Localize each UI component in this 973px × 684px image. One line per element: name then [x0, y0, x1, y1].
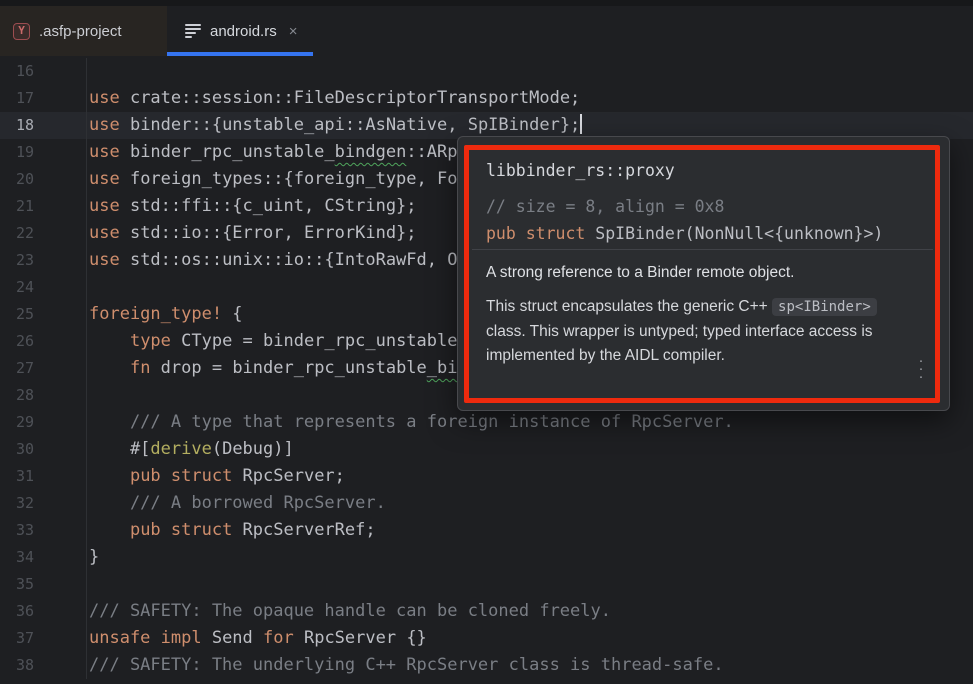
popup-description-body: This struct encapsulates the generic C++… — [486, 295, 926, 369]
code-line[interactable]: 37unsafe impl Send for RpcServer {} — [0, 625, 973, 652]
line-number[interactable]: 25 — [0, 301, 87, 328]
code-text: use std::os::unix::io::{IntoRawFd, Ow — [87, 247, 468, 274]
line-number[interactable]: 27 — [0, 355, 87, 382]
code-text: /// A type that represents a foreign ins… — [87, 409, 734, 436]
line-number[interactable]: 26 — [0, 328, 87, 355]
line-number[interactable]: 20 — [0, 166, 87, 193]
tab-android-rs[interactable]: android.rs × — [167, 6, 313, 56]
line-number[interactable]: 19 — [0, 139, 87, 166]
line-number[interactable]: 30 — [0, 436, 87, 463]
code-line[interactable]: 29 /// A type that represents a foreign … — [0, 409, 973, 436]
popup-signature: pub struct SpIBinder(NonNull<{unknown}>) — [486, 224, 883, 243]
code-text: use foreign_types::{foreign_type, For — [87, 166, 468, 193]
tab-bar: Y .asfp-project android.rs × — [0, 6, 973, 56]
line-number[interactable]: 28 — [0, 382, 87, 409]
code-text: use std::ffi::{c_uint, CString}; — [87, 193, 417, 220]
line-number[interactable]: 35 — [0, 571, 87, 598]
code-text: use binder::{unstable_api::AsNative, SpI… — [87, 112, 582, 139]
code-line[interactable]: 30 #[derive(Debug)] — [0, 436, 973, 463]
code-line[interactable]: 38/// SAFETY: The underlying C++ RpcServ… — [0, 652, 973, 679]
code-text: /// SAFETY: The opaque handle can be clo… — [87, 598, 611, 625]
line-number[interactable]: 32 — [0, 490, 87, 517]
line-number[interactable]: 18 — [0, 112, 87, 139]
line-number[interactable]: 36 — [0, 598, 87, 625]
line-number[interactable]: 24 — [0, 274, 87, 301]
code-line[interactable]: 36/// SAFETY: The opaque handle can be c… — [0, 598, 973, 625]
code-line[interactable]: 18use binder::{unstable_api::AsNative, S… — [0, 112, 973, 139]
line-number[interactable]: 31 — [0, 463, 87, 490]
code-text: pub struct RpcServerRef; — [87, 517, 376, 544]
code-text: foreign_type! { — [87, 301, 243, 328]
line-number[interactable]: 16 — [0, 58, 87, 85]
line-number[interactable]: 22 — [0, 220, 87, 247]
code-text: #[derive(Debug)] — [87, 436, 294, 463]
code-line[interactable]: 32 /// A borrowed RpcServer. — [0, 490, 973, 517]
code-text: use std::io::{Error, ErrorKind}; — [87, 220, 417, 247]
code-text — [87, 58, 89, 85]
line-number[interactable]: 23 — [0, 247, 87, 274]
code-line[interactable]: 16 — [0, 58, 973, 85]
code-text: /// A borrowed RpcServer. — [87, 490, 386, 517]
code-line[interactable]: 35 — [0, 571, 973, 598]
line-number[interactable]: 38 — [0, 652, 87, 679]
code-text: } — [87, 544, 99, 571]
code-line[interactable]: 34} — [0, 544, 973, 571]
popup-description-summary: A strong reference to a Binder remote ob… — [486, 264, 794, 282]
project-icon: Y — [13, 23, 30, 40]
code-text: /// SAFETY: The underlying C++ RpcServer… — [87, 652, 724, 679]
code-text: use crate::session::FileDescriptorTransp… — [87, 85, 580, 112]
code-text: fn drop = binder_rpc_unstable_bin — [87, 355, 468, 382]
line-number[interactable]: 21 — [0, 193, 87, 220]
inline-code-chip: sp<IBinder> — [772, 298, 877, 316]
file-lines-icon — [185, 24, 202, 38]
popup-size-comment: // size = 8, align = 0x8 — [486, 197, 724, 216]
code-text: unsafe impl Send for RpcServer {} — [87, 625, 427, 652]
line-number[interactable]: 34 — [0, 544, 87, 571]
text-caret — [580, 114, 582, 134]
code-text — [87, 382, 89, 409]
popup-divider — [472, 249, 933, 250]
code-text — [87, 274, 89, 301]
tab-label: android.rs — [210, 23, 277, 40]
code-line[interactable]: 33 pub struct RpcServerRef; — [0, 517, 973, 544]
line-number[interactable]: 37 — [0, 625, 87, 652]
popup-module-path: libbinder_rs::proxy — [486, 161, 675, 180]
documentation-popup: libbinder_rs::proxy // size = 8, align =… — [457, 136, 950, 411]
code-text: type CType = binder_rpc_unstable_ — [87, 328, 468, 355]
line-number[interactable]: 17 — [0, 85, 87, 112]
close-icon[interactable]: × — [289, 24, 298, 39]
code-line[interactable]: 17use crate::session::FileDescriptorTran… — [0, 85, 973, 112]
code-text — [87, 571, 89, 598]
line-number[interactable]: 29 — [0, 409, 87, 436]
code-text: use binder_rpc_unstable_bindgen::ARpc — [87, 139, 468, 166]
more-options-icon[interactable]: ··· — [915, 357, 927, 381]
code-text: pub struct RpcServer; — [87, 463, 345, 490]
project-widget[interactable]: Y .asfp-project — [0, 6, 167, 56]
project-name: .asfp-project — [39, 23, 122, 40]
line-number[interactable]: 33 — [0, 517, 87, 544]
code-line[interactable]: 31 pub struct RpcServer; — [0, 463, 973, 490]
